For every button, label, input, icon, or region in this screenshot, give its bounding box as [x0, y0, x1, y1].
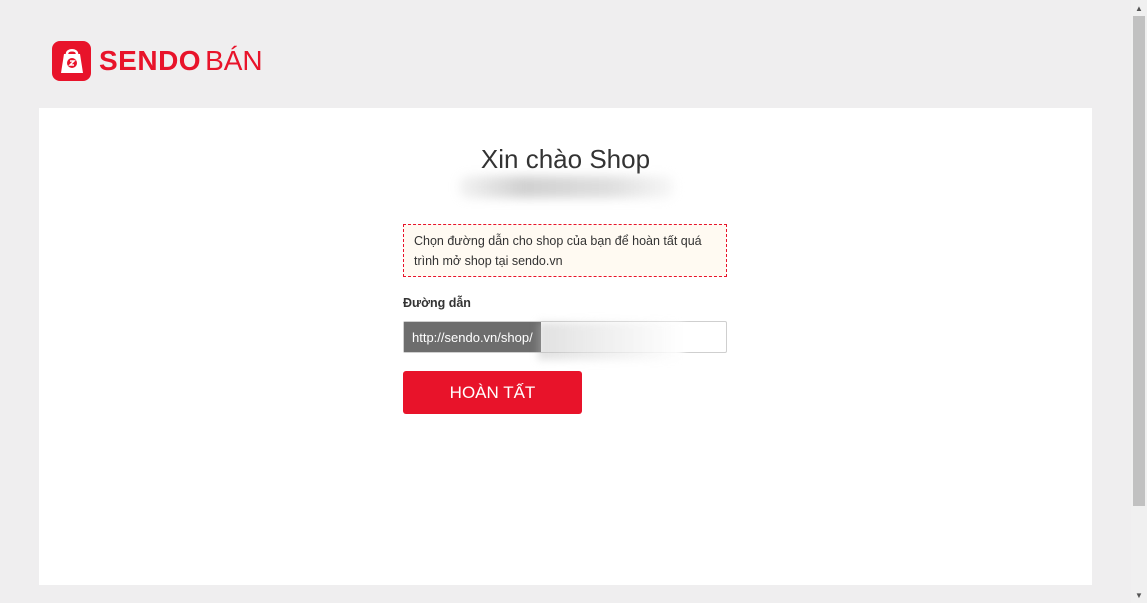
- scroll-down-icon[interactable]: ▼: [1131, 587, 1147, 603]
- shop-url-input[interactable]: [540, 322, 733, 352]
- scroll-thumb[interactable]: [1133, 16, 1145, 506]
- logo-text: SENDO: [99, 45, 202, 76]
- header: SENDO BÁN: [52, 40, 263, 82]
- sendo-logo-icon[interactable]: [52, 41, 91, 81]
- logo-subtext: BÁN: [205, 45, 263, 76]
- setup-card: Xin chào Shop Chọn đường dẫn cho shop củ…: [39, 108, 1092, 585]
- scroll-up-icon[interactable]: ▲: [1131, 0, 1147, 16]
- url-field-label: Đường dẫn: [403, 296, 471, 310]
- vertical-scrollbar[interactable]: ▲ ▼: [1131, 0, 1147, 603]
- notice-box: Chọn đường dẫn cho shop của bạn để hoàn …: [403, 224, 727, 277]
- complete-button[interactable]: HOÀN TẤT: [403, 371, 582, 414]
- greeting-title: Xin chào Shop: [480, 144, 651, 174]
- shop-name-redacted: [459, 176, 674, 198]
- url-prefix: http://sendo.vn/shop/: [404, 322, 541, 352]
- url-input-group: http://sendo.vn/shop/: [403, 321, 733, 360]
